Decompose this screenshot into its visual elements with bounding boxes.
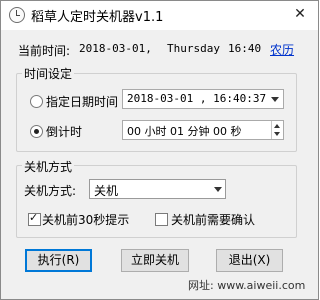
countdown-field[interactable]: 00 小时 01 分钟 00 秒 <box>122 120 284 140</box>
specific-time-radio[interactable] <box>30 95 43 108</box>
spin-up-icon[interactable] <box>274 124 280 128</box>
current-time-label: 当前时间: <box>18 44 71 58</box>
current-weekday: Thursday <box>167 42 220 55</box>
clock-icon <box>9 7 25 23</box>
specific-time-label[interactable]: 指定日期时间 <box>46 93 118 110</box>
website-url: 网址: www.aiweii.com <box>188 279 306 292</box>
countdown-radio[interactable] <box>30 125 43 138</box>
spin-down-icon[interactable] <box>274 132 280 136</box>
shutdown-now-button[interactable]: 立即关机 <box>121 249 189 272</box>
datetime-picker[interactable]: 2018-03-01 , 16:40:37 <box>122 89 284 109</box>
chevron-down-icon[interactable] <box>271 97 279 102</box>
shutdown-method-select[interactable]: 关机 <box>89 179 226 199</box>
countdown-value: 00 小时 01 分钟 00 秒 <box>127 125 242 138</box>
need-confirm-label[interactable]: 关机前需要确认 <box>171 211 255 228</box>
shutdown-group-title: 关机方式 <box>22 158 75 175</box>
current-date: 2018-03-01, <box>79 42 152 55</box>
countdown-spinner[interactable] <box>271 121 283 139</box>
shutdown-method-label: 关机方式: <box>24 184 77 198</box>
datetime-value: 2018-03-01 , 16:40:37 <box>127 92 267 105</box>
close-button[interactable]: ✕ <box>282 1 318 27</box>
shutdown-method-value: 关机 <box>94 184 119 198</box>
exit-button[interactable]: 退出(X) <box>216 249 283 272</box>
current-clock: 16:40 <box>228 42 262 55</box>
app-window: 稻草人定时关机器v1.1 ✕ 当前时间: 2018-03-01, Thursda… <box>0 0 319 300</box>
warn-30s-label[interactable]: 关机前30秒提示 <box>42 211 129 228</box>
execute-button[interactable]: 执行(R) <box>25 249 92 272</box>
time-settings-group <box>16 73 297 152</box>
lunar-calendar-link[interactable]: 农历 <box>270 41 294 58</box>
window-title: 稻草人定时关机器v1.1 <box>31 10 164 25</box>
title-bar: 稻草人定时关机器v1.1 ✕ <box>1 1 318 30</box>
warn-30s-checkbox[interactable] <box>28 211 41 226</box>
need-confirm-checkbox[interactable] <box>155 213 168 226</box>
chevron-down-icon[interactable] <box>214 187 222 192</box>
countdown-label[interactable]: 倒计时 <box>46 123 82 140</box>
time-settings-title: 时间设定 <box>22 65 75 82</box>
